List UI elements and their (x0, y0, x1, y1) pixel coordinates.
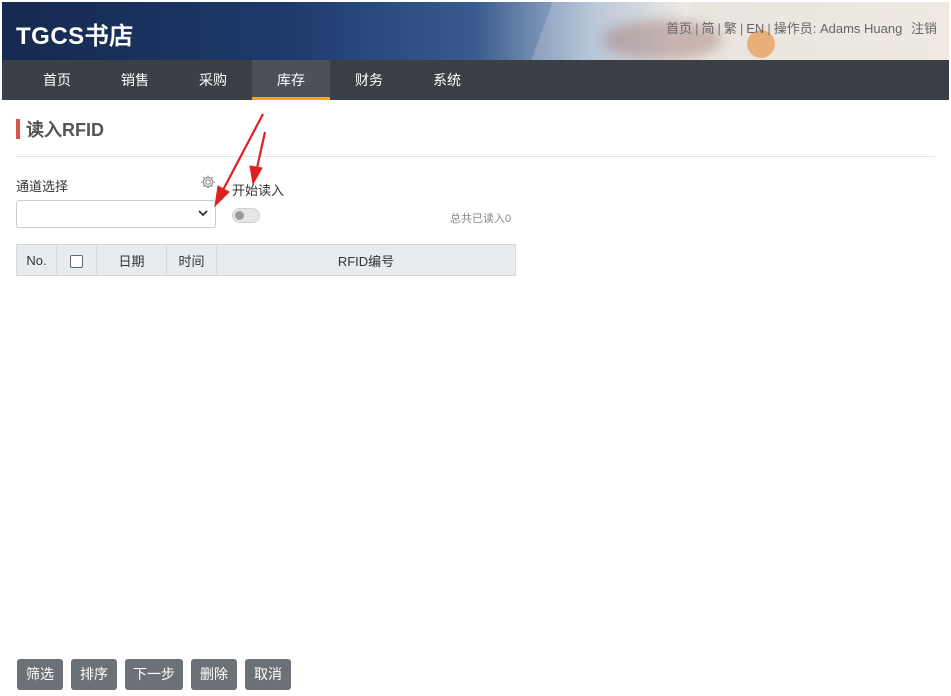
channel-select[interactable] (16, 200, 216, 228)
page-header: 读入RFID (16, 118, 104, 140)
divider (16, 156, 935, 157)
nav-item-system[interactable]: 系统 (408, 60, 486, 100)
operator-name: Adams Huang (819, 21, 903, 36)
col-date-header: 日期 (96, 244, 167, 276)
lang-simplified-link[interactable]: 简 (701, 21, 714, 36)
col-select-header (56, 244, 97, 276)
cancel-button[interactable]: 取消 (245, 659, 291, 690)
logout-link[interactable]: 注销 (911, 21, 937, 36)
rfid-table: No. 日期 时间 RFID编号 (16, 244, 516, 276)
nav-item-inventory[interactable]: 库存 (252, 60, 330, 100)
delete-button[interactable]: 删除 (191, 659, 237, 690)
annotation-arrows (214, 113, 267, 208)
col-rfid-header: RFID编号 (216, 244, 516, 276)
top-links: 首页 | 简 | 繁 | EN | 操作员: Adams Huang 注销 (666, 21, 937, 36)
col-no-header: No. (16, 244, 57, 276)
col-time-header: 时间 (166, 244, 217, 276)
next-step-button[interactable]: 下一步 (125, 659, 183, 690)
sort-button[interactable]: 排序 (71, 659, 117, 690)
table-header-row: No. 日期 时间 RFID编号 (16, 244, 516, 276)
title-accent-bar (16, 119, 20, 139)
app-header: TGCS书店 首页 | 简 | 繁 | EN | 操作员: Adams Huang 注销 (2, 2, 949, 60)
main-nav: 首页 销售 采购 库存 财务 系统 (2, 60, 949, 100)
nav-item-finance[interactable]: 财务 (330, 60, 408, 100)
toggle-knob (235, 211, 244, 220)
lang-traditional-link[interactable]: 繁 (724, 21, 737, 36)
lang-english-link[interactable]: EN (746, 21, 764, 36)
home-link[interactable]: 首页 (666, 21, 692, 36)
select-all-checkbox[interactable] (70, 254, 83, 268)
operator-label: 操作员: (773, 21, 817, 36)
channel-select-label: 通道选择 (16, 179, 69, 194)
nav-item-purchase[interactable]: 采购 (174, 60, 252, 100)
chevron-down-icon (198, 210, 208, 217)
filter-button[interactable]: 筛选 (17, 659, 63, 690)
nav-item-sales[interactable]: 销售 (96, 60, 174, 100)
start-read-toggle[interactable] (232, 208, 260, 223)
total-read-count: 总共已读入0 (450, 213, 512, 225)
brand-logo: TGCS书店 (16, 23, 134, 50)
page-title: 读入RFID (26, 120, 104, 140)
action-bar: 筛选 排序 下一步 删除 取消 (17, 659, 291, 690)
nav-item-home[interactable]: 首页 (18, 60, 96, 100)
